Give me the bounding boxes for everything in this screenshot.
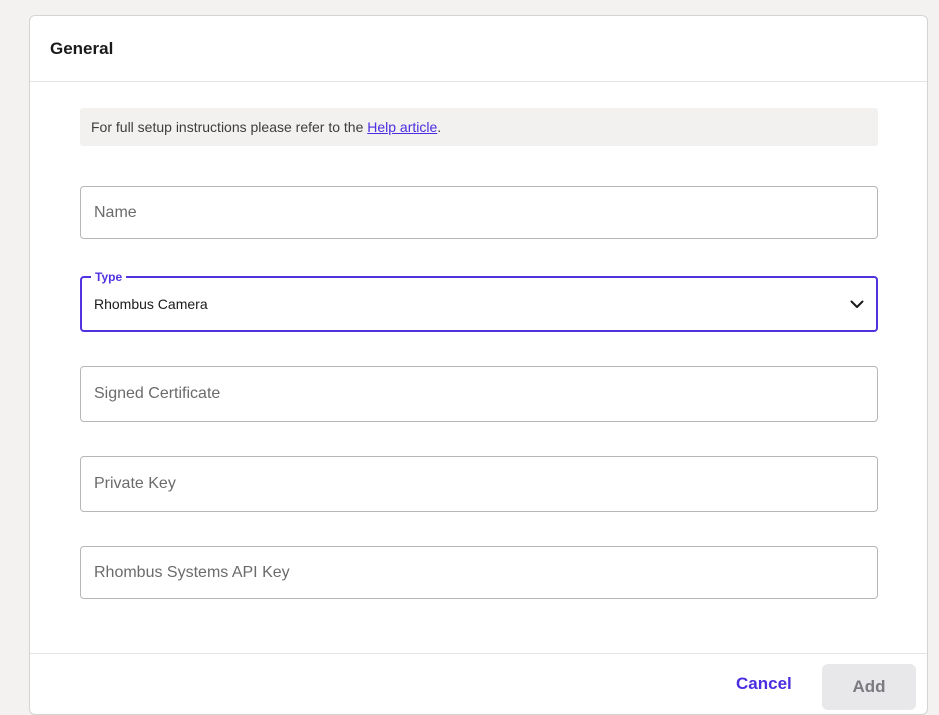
banner-text: For full setup instructions please refer…: [91, 119, 368, 135]
help-article-link[interactable]: Help article: [367, 119, 437, 135]
name-input[interactable]: [81, 187, 877, 238]
section-title: General: [50, 38, 114, 58]
add-button[interactable]: Add: [822, 664, 916, 710]
chevron-down-icon[interactable]: [849, 296, 865, 312]
private-key-field[interactable]: [80, 456, 878, 512]
card-footer: Cancel Add: [30, 653, 927, 714]
signed-certificate-input[interactable]: [81, 367, 877, 421]
setup-info-banner: For full setup instructions please refer…: [80, 108, 878, 146]
signed-certificate-field[interactable]: [80, 366, 878, 422]
cancel-button[interactable]: Cancel: [736, 674, 792, 694]
type-selected-value: Rhombus Camera: [94, 296, 208, 312]
type-select[interactable]: Type Rhombus Camera: [80, 269, 878, 332]
private-key-input[interactable]: [81, 457, 877, 511]
card-header: General: [30, 16, 927, 82]
general-settings-card: General For full setup instructions plea…: [29, 15, 928, 715]
banner-suffix: .: [437, 119, 442, 135]
type-label: Type: [91, 269, 127, 285]
name-field[interactable]: [80, 186, 878, 239]
api-key-input[interactable]: [81, 547, 877, 598]
api-key-field[interactable]: [80, 546, 878, 599]
